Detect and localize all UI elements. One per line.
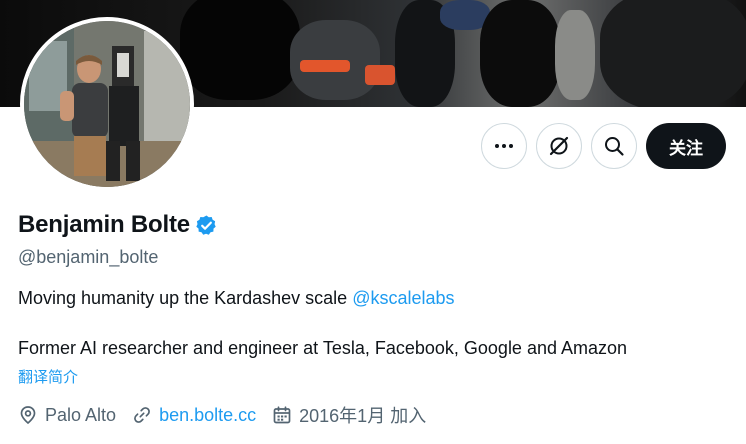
verified-badge-icon[interactable] bbox=[195, 214, 218, 237]
website-link[interactable]: ben.bolte.cc bbox=[159, 405, 256, 426]
calendar-icon bbox=[273, 406, 291, 424]
location-text: Palo Alto bbox=[45, 404, 117, 425]
location-pin-icon bbox=[20, 406, 36, 425]
search-button[interactable] bbox=[591, 123, 637, 169]
more-horizontal-icon bbox=[495, 144, 513, 148]
location-item: Palo Alto bbox=[18, 405, 116, 426]
name-row: Benjamin Bolte bbox=[18, 211, 218, 239]
grok-slash-icon bbox=[549, 136, 569, 156]
link-icon bbox=[134, 407, 150, 423]
bio-mention-link[interactable]: @kscalelabs bbox=[352, 288, 454, 308]
bio-line-1: Moving humanity up the Kardashev scale @… bbox=[18, 288, 455, 309]
joined-date-text: 2016年1月 加入 bbox=[299, 406, 427, 426]
display-name: Benjamin Bolte bbox=[18, 211, 190, 238]
joined-item: 2016年1月 加入 bbox=[272, 402, 426, 428]
follow-button[interactable]: 关注 bbox=[646, 123, 726, 169]
avatar[interactable] bbox=[20, 17, 194, 191]
bio-line-2: Former AI researcher and engineer at Tes… bbox=[18, 338, 628, 358]
search-icon bbox=[605, 137, 624, 156]
grok-button[interactable] bbox=[536, 123, 582, 169]
translate-bio-link[interactable]: 翻译简介 bbox=[18, 366, 78, 387]
bio-text: Moving humanity up the Kardashev scale bbox=[18, 288, 353, 308]
user-handle: @benjamin_bolte bbox=[18, 247, 159, 267]
more-button[interactable] bbox=[481, 123, 527, 169]
avatar-photo bbox=[24, 21, 190, 187]
website-item: ben.bolte.cc bbox=[132, 405, 256, 426]
profile-meta: Palo Alto ben.bolte.cc 2016年1月 加入 bbox=[18, 402, 442, 428]
